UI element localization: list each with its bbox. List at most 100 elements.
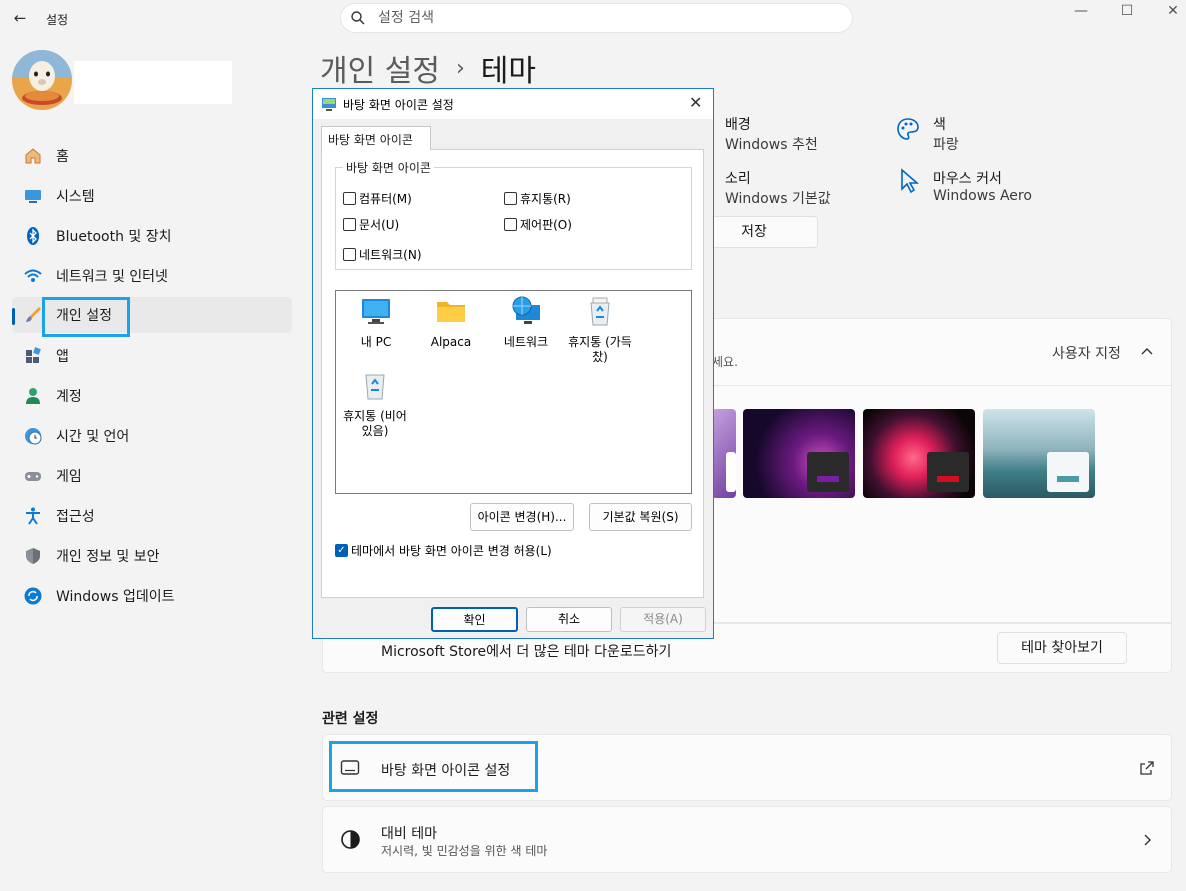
sidebar-item-windows-update[interactable]: Windows 업데이트	[12, 578, 292, 614]
breadcrumb-separator: ›	[455, 55, 465, 81]
network-globe-icon	[512, 296, 540, 324]
dialog-close-button[interactable]: ✕	[689, 93, 702, 112]
control-panel-checkbox-label: 제어판(O)	[520, 218, 572, 232]
sound-value: Windows 기본값	[725, 191, 831, 207]
sidebar-item-label: 시스템	[56, 189, 95, 205]
color-summary[interactable]: 색 파랑	[933, 114, 959, 154]
restore-default-button[interactable]: 기본값 복원(S)	[589, 503, 692, 531]
change-icon-button[interactable]: 아이콘 변경(H)...	[470, 503, 574, 531]
highlight-box-desktop-icons	[329, 741, 538, 792]
background-value: Windows 추천	[725, 137, 818, 153]
apps-icon	[22, 345, 44, 367]
sidebar-item-label: 개인 정보 및 보안	[56, 549, 160, 565]
sidebar-item-apps[interactable]: 앱	[12, 338, 292, 374]
sidebar-item-system[interactable]: 시스템	[12, 178, 292, 214]
home-icon	[22, 145, 44, 167]
recycle-bin-empty-item[interactable]: 휴지통 (비어 있음)	[337, 369, 413, 439]
contrast-title: 대비 테마	[381, 826, 437, 842]
background-title: 배경	[725, 117, 751, 133]
theme-description: 세요.	[712, 355, 738, 369]
sidebar-item-label: 네트워크 및 인터넷	[56, 269, 168, 285]
color-value: 파랑	[933, 137, 959, 153]
tab-desktop-icons[interactable]: 바탕 화면 아이콘	[321, 126, 431, 150]
update-icon	[22, 585, 44, 607]
bluetooth-icon	[22, 225, 44, 247]
sound-title: 소리	[725, 171, 751, 187]
search-icon	[351, 11, 365, 25]
search-input[interactable]	[378, 8, 818, 28]
chevron-up-icon[interactable]	[1140, 345, 1154, 359]
recycle-bin-empty-icon	[365, 374, 385, 400]
active-indicator	[12, 308, 15, 325]
ok-button[interactable]: 확인	[431, 607, 518, 632]
external-link-icon[interactable]	[1139, 760, 1155, 776]
sidebar-item-bluetooth[interactable]: Bluetooth 및 장치	[12, 218, 292, 254]
avatar[interactable]	[12, 50, 72, 110]
sidebar-item-accounts[interactable]: 계정	[12, 378, 292, 414]
sidebar-item-label: 계정	[56, 389, 82, 405]
computer-checkbox[interactable]: 컴퓨터(M)	[343, 190, 412, 207]
clock-globe-icon	[22, 425, 44, 447]
cancel-button[interactable]: 취소	[526, 607, 612, 632]
paintbrush-icon	[22, 304, 44, 326]
shield-icon	[22, 545, 44, 567]
theme-thumbnail-4[interactable]	[983, 409, 1095, 498]
folder-icon	[437, 302, 465, 322]
network-item[interactable]: 네트워크	[488, 295, 564, 350]
breadcrumb-parent[interactable]: 개인 설정	[320, 46, 440, 90]
back-button[interactable]: ←	[10, 8, 30, 28]
documents-checkbox-label: 문서(U)	[359, 218, 400, 232]
allow-themes-checkbox[interactable]: ✓ 테마에서 바탕 화면 아이콘 변경 허용(L)	[335, 542, 552, 559]
theme-thumbnail-2[interactable]	[743, 409, 855, 498]
dialog-app-icon	[322, 98, 336, 111]
highlight-box-personalization	[42, 297, 130, 337]
sidebar-item-privacy[interactable]: 개인 정보 및 보안	[12, 538, 292, 574]
theme-thumbnail-1[interactable]	[712, 409, 736, 498]
network-checkbox[interactable]: 네트워크(N)	[343, 246, 422, 263]
network-label: 네트워크	[503, 335, 549, 349]
apply-button[interactable]: 적용(A)	[620, 607, 706, 632]
background-summary[interactable]: 배경 Windows 추천	[725, 114, 818, 154]
sidebar-item-network[interactable]: 네트워크 및 인터넷	[12, 258, 292, 294]
sidebar-item-label: 접근성	[56, 509, 95, 525]
sidebar-item-label: 홈	[56, 149, 69, 165]
breadcrumb: 개인 설정 › 테마	[320, 46, 536, 90]
this-pc-item[interactable]: 내 PC	[338, 295, 414, 350]
group-label: 바탕 화면 아이콘	[343, 159, 434, 176]
color-title: 색	[933, 117, 946, 133]
network-checkbox-label: 네트워크(N)	[359, 248, 422, 262]
alpaca-label: Alpaca	[430, 335, 472, 349]
sidebar-item-label: Bluetooth 및 장치	[56, 229, 172, 245]
related-settings-heading: 관련 설정	[322, 711, 379, 727]
mouse-cursor-icon	[901, 168, 920, 194]
recycle-bin-full-item[interactable]: 휴지통 (가득 찼)	[562, 295, 638, 365]
icons-list[interactable]: 내 PC Alpaca 네트워크 휴지통 (가득 찼) 휴지통 (비어 있음)	[335, 290, 692, 494]
contrast-icon	[341, 830, 360, 849]
sidebar-item-gaming[interactable]: 게임	[12, 458, 292, 494]
maximize-button[interactable]: ☐	[1104, 0, 1150, 22]
contrast-themes-row[interactable]	[322, 806, 1172, 873]
chevron-right-icon[interactable]	[1140, 832, 1154, 848]
sidebar-item-label: 앱	[56, 349, 69, 365]
sidebar-item-home[interactable]: 홈	[12, 138, 292, 174]
sound-summary[interactable]: 소리 Windows 기본값	[725, 168, 831, 208]
sidebar-item-time-language[interactable]: 시간 및 언어	[12, 418, 292, 454]
cursor-summary[interactable]: 마우스 커서 Windows Aero	[933, 168, 1032, 204]
control-panel-checkbox[interactable]: 제어판(O)	[504, 216, 572, 233]
recycle-bin-checkbox-label: 휴지통(R)	[520, 192, 571, 206]
minimize-button[interactable]: —	[1058, 0, 1104, 22]
allow-themes-label: 테마에서 바탕 화면 아이콘 변경 허용(L)	[351, 544, 552, 558]
theme-thumbnail-3[interactable]	[863, 409, 975, 498]
store-text: Microsoft Store에서 더 많은 테마 다운로드하기	[381, 644, 672, 660]
cursor-title: 마우스 커서	[933, 171, 1002, 187]
browse-themes-button[interactable]: 테마 찾아보기	[997, 632, 1127, 664]
wifi-icon	[22, 265, 44, 287]
close-window-button[interactable]: ✕	[1150, 0, 1186, 22]
recycle-bin-checkbox[interactable]: 휴지통(R)	[504, 190, 571, 207]
cursor-value: Windows Aero	[933, 188, 1032, 204]
alpaca-folder-item[interactable]: Alpaca	[413, 295, 489, 350]
documents-checkbox[interactable]: 문서(U)	[343, 216, 399, 233]
sidebar-item-accessibility[interactable]: 접근성	[12, 498, 292, 534]
desktop-icon-settings-dialog: 바탕 화면 아이콘 설정 ✕ 바탕 화면 아이콘 바탕 화면 아이콘 컴퓨터(M…	[312, 88, 714, 639]
this-pc-label: 내 PC	[360, 335, 392, 349]
